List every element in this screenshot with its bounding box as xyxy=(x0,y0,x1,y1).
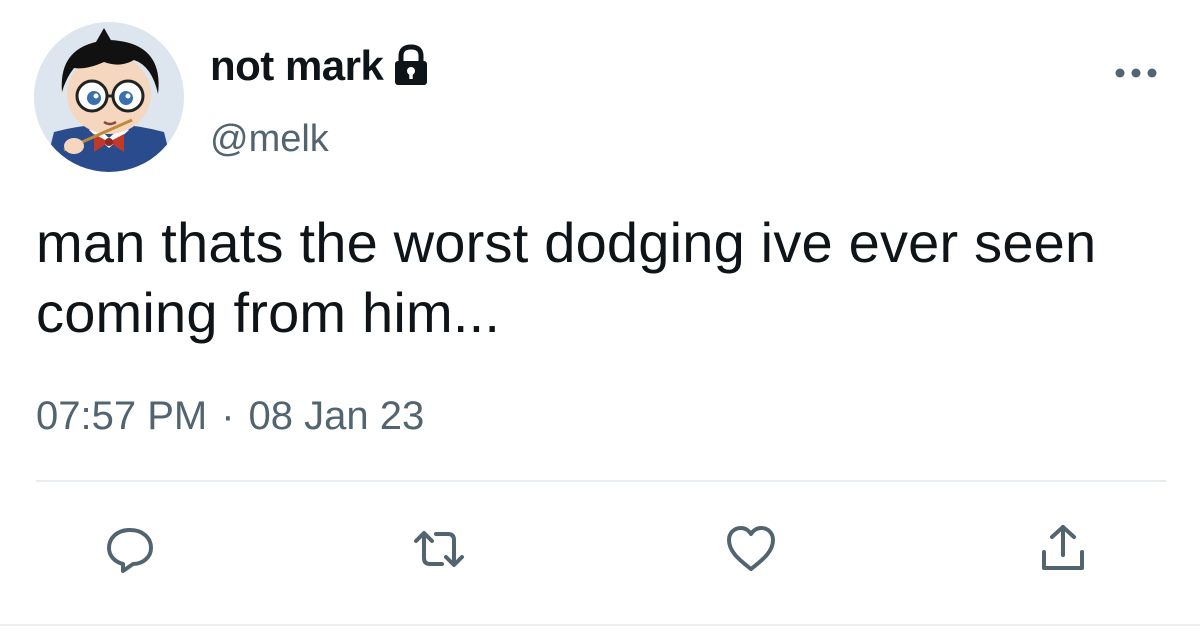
tweet-date[interactable]: 08 Jan 23 xyxy=(249,394,425,439)
display-name[interactable]: not mark xyxy=(210,42,384,90)
user-handle[interactable]: @melk xyxy=(210,118,329,161)
retweet-icon xyxy=(414,531,464,567)
lock-icon xyxy=(391,44,431,88)
like-icon xyxy=(727,526,775,571)
bottom-divider xyxy=(0,624,1200,626)
reply-button[interactable] xyxy=(103,522,157,576)
avatar-image xyxy=(34,22,184,172)
more-icon[interactable] xyxy=(1112,60,1162,86)
display-name-row: not mark xyxy=(210,40,431,92)
divider xyxy=(36,480,1166,482)
tweet-text: man thats the worst dodging ive ever see… xyxy=(36,211,1097,344)
meta-separator: · xyxy=(221,394,235,438)
retweet-button[interactable] xyxy=(412,522,466,576)
like-button[interactable] xyxy=(724,522,778,576)
tweet-meta: 07:57 PM · 08 Jan 23 xyxy=(36,394,424,439)
share-icon xyxy=(1042,525,1084,570)
avatar[interactable] xyxy=(34,22,184,172)
reply-icon xyxy=(107,528,153,573)
share-button[interactable] xyxy=(1036,522,1090,576)
tweet-card: not mark @melk man thats the worst dodgi… xyxy=(0,0,1200,638)
tweet-time[interactable]: 07:57 PM xyxy=(36,394,207,439)
